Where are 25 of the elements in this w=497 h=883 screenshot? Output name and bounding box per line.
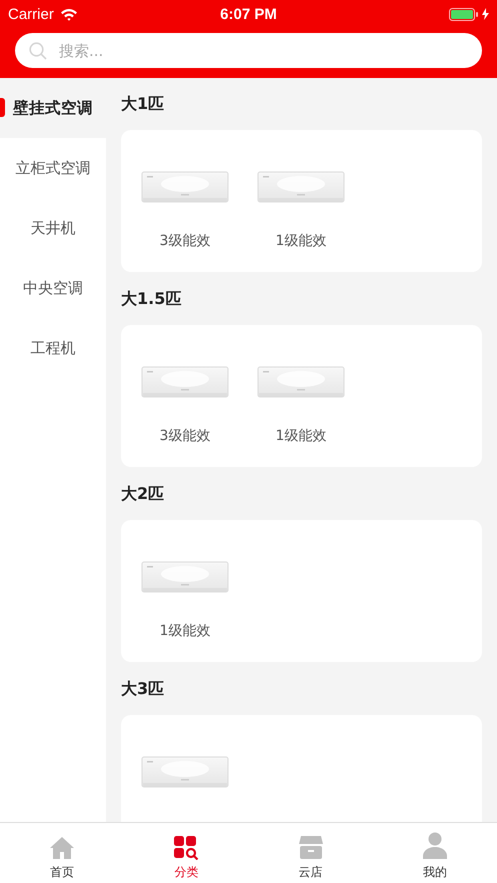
tab-item[interactable]: 云店 <box>248 823 373 883</box>
category-search-icon <box>173 835 200 860</box>
product-label[interactable]: 3级能效 <box>160 232 210 250</box>
store-icon <box>298 835 324 860</box>
tab-item[interactable]: 首页 <box>0 823 124 883</box>
search-field[interactable]: 搜索... <box>15 33 482 68</box>
person-icon <box>422 832 448 860</box>
search-icon <box>29 42 47 60</box>
clock-time: 6:07 PM <box>220 6 277 22</box>
tab-item[interactable]: 分类 <box>124 823 248 883</box>
section-title: 大2匹 <box>121 484 164 504</box>
product-label[interactable]: 1级能效 <box>160 622 210 640</box>
home-icon <box>49 836 76 860</box>
section-title: 大1.5匹 <box>121 288 182 310</box>
product-label[interactable]: 1级能效 <box>276 427 326 445</box>
wifi-icon <box>60 8 78 20</box>
battery-icon <box>449 8 479 20</box>
section-title: 大1匹 <box>121 94 164 114</box>
carrier-label: Carrier <box>8 6 54 22</box>
category-item[interactable]: 壁挂式空调 <box>0 78 106 138</box>
product-label[interactable]: 1级能效 <box>276 232 326 250</box>
section-title: 大3匹 <box>121 678 164 700</box>
tab-item[interactable]: 我的 <box>372 823 497 883</box>
product-label[interactable]: 3级能效 <box>160 427 210 445</box>
charging-icon <box>482 8 489 20</box>
